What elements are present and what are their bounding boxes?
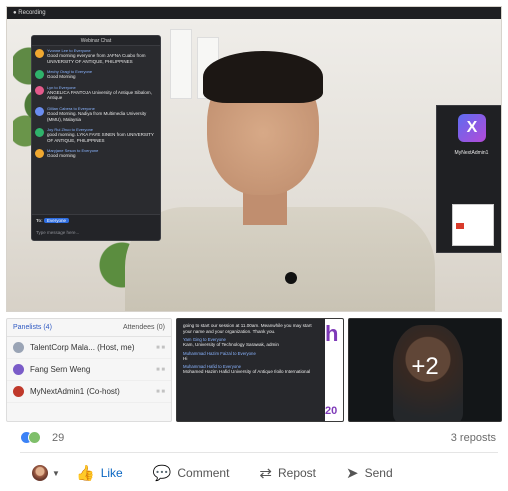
- reaction-count[interactable]: 29: [52, 432, 64, 444]
- chat-footer: To: Everyone Type message here...: [32, 214, 160, 240]
- thumbnail-more[interactable]: +2: [348, 318, 502, 422]
- divider: [20, 452, 498, 453]
- panelists-tabs: Panelists (4) Attendees (0): [7, 319, 171, 337]
- like-button[interactable]: 👍 Like: [76, 466, 123, 481]
- more-photos-count: +2: [411, 353, 439, 380]
- thumbs-up-icon: 👍: [76, 464, 95, 482]
- avatar: [32, 465, 48, 481]
- social-stats: 29 3 reposts: [20, 430, 502, 446]
- panelist-name: MyNextAdmin1 (Co-host): [30, 387, 120, 396]
- panelist-row[interactable]: Fang Sern Weng ■ ■: [7, 359, 171, 381]
- chat-message: Joy Rui Zhuo to Everyone good morning. LY…: [35, 127, 157, 143]
- panelist-row[interactable]: TalentCorp Mala... (Host, me) ■ ■: [7, 337, 171, 359]
- chat-to-value[interactable]: Everyone: [43, 218, 69, 223]
- repost-icon: ⇄: [259, 464, 272, 482]
- chat-message: Lyn to Everyone ANGELICA PANTOJA Universi…: [35, 85, 157, 101]
- chat-message-body: Yvonne Lee to Everyone Good morning every…: [47, 48, 157, 64]
- panelist-list: TalentCorp Mala... (Host, me) ■ ■ Fang Ser…: [7, 337, 171, 403]
- chat-text: Good morning everyone from JAFNA Cuabo f…: [47, 53, 146, 64]
- slide-letter: h: [325, 321, 339, 346]
- chat-message-body: Joy Rui Zhuo to Everyone good morning. LY…: [47, 127, 157, 143]
- comment-icon: 💬: [152, 464, 172, 482]
- speaker-hair: [203, 51, 323, 103]
- participant-logo-tile[interactable]: [452, 204, 494, 246]
- mic-camera-icon: ■ ■: [156, 388, 165, 395]
- chat-text: Good Morning: [47, 74, 76, 80]
- chat-text: ANGELICA PANTOJA University of Antique S…: [47, 89, 152, 101]
- reposts-count[interactable]: 3 reposts: [451, 432, 496, 444]
- org-logo-icon: [456, 223, 464, 229]
- thumbnail-panelists[interactable]: Panelists (4) Attendees (0) TalentCorp M…: [6, 318, 172, 422]
- speaker-video: [125, 47, 435, 311]
- like-label: Like: [100, 466, 123, 480]
- participant-tile[interactable]: X MyNextAdmin1: [441, 110, 501, 170]
- panelist-name: Fang Sern Weng: [30, 365, 91, 374]
- chat-title: Webinar Chat: [32, 36, 160, 46]
- tab-panelists: Panelists (4): [13, 324, 52, 331]
- avatar: [13, 364, 24, 375]
- reaction-icons[interactable]: [20, 431, 42, 445]
- lapel-mic: [285, 272, 297, 284]
- panelist-name: TalentCorp Mala... (Host, me): [30, 343, 135, 352]
- chat-text: going to start our session at 11.00am. M…: [183, 323, 312, 334]
- chat-input[interactable]: Type message here...: [36, 228, 156, 237]
- post-card: ● Recording Webinar Chat Yvonne Lee to E…: [0, 0, 508, 491]
- chat-text: Good Morning. Nadiya from Multimedia Uni…: [47, 110, 147, 122]
- recording-indicator: ● Recording: [7, 7, 501, 19]
- recording-label: Recording: [18, 10, 46, 16]
- chat-to-label: To:: [36, 218, 43, 223]
- chat-message: Yvonne Lee to Everyone Good morning every…: [35, 48, 157, 64]
- chat-message-body: Lyn to Everyone ANGELICA PANTOJA Universi…: [47, 85, 157, 101]
- repost-label: Repost: [277, 466, 317, 480]
- mynext-logo-icon: X: [458, 114, 486, 142]
- chat-text: Mohamed Hazim Hafid University of Antiqu…: [183, 369, 311, 375]
- action-bar: ▼ 👍 Like 💬 Comment ⇄ Repost ➤ Send: [6, 460, 502, 486]
- chat-text: Kam, University of Technology Sarawak, a…: [183, 342, 279, 348]
- chat-message-list: Yvonne Lee to Everyone Good morning every…: [32, 46, 160, 166]
- send-label: Send: [364, 466, 393, 480]
- celebrate-reaction-icon: [28, 431, 41, 444]
- avatar: [13, 386, 24, 397]
- avatar: [35, 70, 44, 80]
- panelist-row[interactable]: MyNextAdmin1 (Co-host) ■ ■: [7, 381, 171, 403]
- comment-button[interactable]: 💬 Comment: [153, 466, 230, 481]
- send-button[interactable]: ➤ Send: [346, 466, 393, 481]
- mic-camera-icon: ■ ■: [156, 366, 165, 373]
- webinar-chat-panel: Webinar Chat Yvonne Lee to Everyone Good …: [31, 35, 161, 241]
- slide-number: 20: [325, 405, 338, 417]
- avatar: [35, 106, 44, 116]
- participant-column: X MyNextAdmin1: [436, 105, 501, 253]
- meeting-screenshot[interactable]: ● Recording Webinar Chat Yvonne Lee to E…: [6, 6, 502, 312]
- participant-name: MyNextAdmin1: [454, 150, 489, 156]
- chat-message-body: Mechy Oragi to Everyone Good Morning: [47, 69, 157, 80]
- chat-text: Good morning: [47, 153, 76, 159]
- chat-text: good morning. LYKA FAYE SINEN from UNIVE…: [47, 132, 154, 143]
- avatar: [35, 49, 44, 58]
- chevron-down-icon: ▼: [52, 468, 60, 478]
- chat-message: Maryjane Seson to Everyone Good morning: [35, 148, 157, 159]
- chat-message: Mechy Oragi to Everyone Good Morning: [35, 69, 157, 80]
- send-icon: ➤: [346, 464, 359, 482]
- chat-message-body: Gillian Cabera to Everyone Good Morning. …: [47, 106, 157, 122]
- comment-label: Comment: [177, 466, 230, 480]
- chat-message: Gillian Cabera to Everyone Good Morning. …: [35, 106, 157, 122]
- chat-preview: going to start our session at 11.00am. M…: [177, 319, 325, 421]
- chat-recipient[interactable]: To: Everyone: [36, 218, 69, 223]
- repost-button[interactable]: ⇄ Repost: [259, 466, 316, 481]
- avatar: [35, 128, 44, 138]
- avatar: [35, 85, 44, 95]
- chat-message-body: Maryjane Seson to Everyone Good morning: [47, 148, 157, 159]
- mic-camera-icon: ■ ■: [156, 344, 165, 351]
- thumbnail-chat[interactable]: going to start our session at 11.00am. M…: [176, 318, 344, 422]
- tab-attendees: Attendees (0): [122, 324, 165, 331]
- avatar: [13, 342, 24, 353]
- reactor-selector[interactable]: ▼: [6, 465, 64, 481]
- chat-text: Hi: [183, 355, 188, 361]
- avatar: [35, 149, 44, 159]
